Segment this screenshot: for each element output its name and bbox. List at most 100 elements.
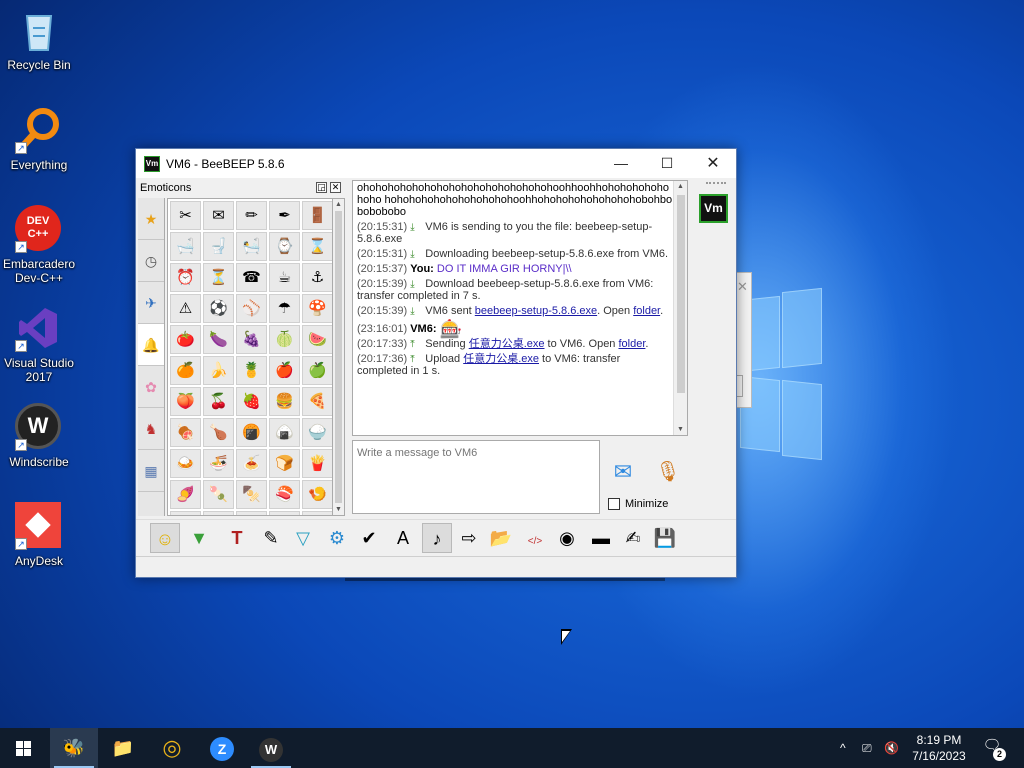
emoticon-cell[interactable]: ⚾ — [236, 294, 267, 323]
emoticon-cell[interactable]: 🚪 — [302, 201, 332, 230]
desktop-icon-visual-studio[interactable]: ↗ Visual Studio 2017 — [0, 304, 78, 384]
emoticon-cell[interactable]: 🍠 — [170, 480, 201, 509]
emoticon-cell[interactable]: 🍩 — [302, 511, 332, 515]
send-folder-button[interactable]: 📂 — [486, 523, 516, 553]
emoticon-cell[interactable]: 🛀 — [236, 232, 267, 261]
window-button[interactable]: ▬ — [586, 523, 616, 553]
text-button[interactable]: A — [388, 523, 418, 553]
drag-handle[interactable] — [706, 182, 726, 186]
emoticon-cell[interactable]: 🍓 — [236, 387, 267, 416]
message-input[interactable] — [357, 447, 597, 459]
desktop-icon-devcpp[interactable]: DEV C++ ↗ Embarcadero Dev-C++ — [0, 205, 78, 285]
scroll-thumb[interactable] — [335, 211, 342, 503]
emoticon-cell[interactable]: 🛁 — [170, 232, 201, 261]
emoticon-cell[interactable]: 🍗 — [203, 418, 234, 447]
emoticon-cell[interactable]: ⌚ — [269, 232, 300, 261]
emoticon-cell[interactable]: 🚽 — [203, 232, 234, 261]
taskbar-clock[interactable]: 8:19 PM 7/16/2023 — [906, 732, 972, 764]
color-button[interactable]: ✎ — [256, 523, 286, 553]
save-button[interactable]: 💾 — [650, 523, 680, 553]
notifications-button[interactable]: 🗨 2 — [980, 736, 1006, 761]
emoticon-cell[interactable]: 🍈 — [269, 325, 300, 354]
send-file-button[interactable]: ⇨ — [454, 523, 484, 553]
file-link[interactable]: 任意力公桌.exe — [469, 338, 545, 350]
tab-favorites[interactable]: ★ — [138, 198, 164, 240]
emoticon-cell[interactable]: 🍘 — [236, 418, 267, 447]
emoticon-cell[interactable]: 🍑 — [170, 387, 201, 416]
tab-objects[interactable]: 🔔 — [138, 324, 164, 366]
show-hidden-icons-chevron-icon[interactable]: ^ — [840, 728, 846, 768]
message-input-box[interactable] — [352, 440, 600, 514]
emoticon-cell[interactable]: 🍛 — [170, 449, 201, 478]
emoticon-cell[interactable]: 🍡 — [203, 480, 234, 509]
scroll-down-icon[interactable]: ▼ — [676, 426, 685, 433]
emoticon-cell[interactable]: ✂ — [170, 201, 201, 230]
emoticon-cell[interactable]: 🍔 — [269, 387, 300, 416]
float-panel-icon[interactable]: ◲ — [316, 182, 327, 193]
emoticon-cell[interactable]: 🍦 — [203, 511, 234, 515]
emoticon-cell[interactable]: ⚽ — [203, 294, 234, 323]
taskbar-app-file-explorer[interactable]: 📁 — [99, 728, 147, 768]
notes-button[interactable]: ✍ — [618, 523, 648, 553]
scroll-up-icon[interactable]: ▲ — [676, 183, 685, 190]
emoticon-cell[interactable]: ☂ — [269, 294, 300, 323]
start-button[interactable] — [0, 728, 48, 768]
emoticon-cell[interactable]: 🍍 — [236, 356, 267, 385]
file-link[interactable]: 任意力公桌.exe — [463, 353, 539, 365]
emoticon-cell[interactable]: 🍒 — [203, 387, 234, 416]
send-button[interactable]: ✉ — [606, 459, 640, 489]
emoticon-cell[interactable]: 🍄 — [302, 294, 332, 323]
title-bar[interactable]: Vm VM6 - BeeBEEP 5.8.6 — ☐ ✕ — [136, 149, 736, 178]
hide-bar-button[interactable]: ▼ — [184, 523, 214, 553]
emoticon-cell[interactable]: 🍖 — [170, 418, 201, 447]
emoticon-cell[interactable]: ⏰ — [170, 263, 201, 292]
file-link[interactable]: beebeep-setup-5.8.6.exe — [475, 305, 597, 317]
emoticon-cell[interactable]: 🍝 — [236, 449, 267, 478]
emoticon-cell[interactable]: 🍞 — [269, 449, 300, 478]
emoticon-cell[interactable]: 🍎 — [269, 356, 300, 385]
settings-button[interactable]: ⚙ — [322, 523, 352, 553]
voice-message-button[interactable]: 🎙 — [654, 459, 682, 491]
emoticon-cell[interactable]: ✉ — [203, 201, 234, 230]
emoticon-cell[interactable]: 🍨 — [269, 511, 300, 515]
close-icon[interactable]: ✕ — [737, 279, 748, 295]
code-button[interactable]: </> — [520, 523, 550, 553]
font-button[interactable]: T — [222, 523, 252, 553]
emoticon-cell[interactable]: 🍊 — [170, 356, 201, 385]
open-folder-link[interactable]: folder — [618, 338, 645, 350]
emoticon-cell[interactable]: 🍙 — [269, 418, 300, 447]
minimize-button[interactable]: — — [598, 149, 644, 178]
chat-scrollbar[interactable]: ▲ ▼ — [673, 181, 687, 435]
volume-muted-icon[interactable]: 🔇 — [884, 728, 899, 768]
chat-log[interactable]: ohohohohohohohohohohohohohohohohoohhoohh… — [352, 180, 688, 436]
emoticon-cell[interactable]: 🍕 — [302, 387, 332, 416]
desktop-icon-recycle-bin[interactable]: Recycle Bin — [0, 6, 78, 72]
emoticon-cell[interactable]: 🍢 — [236, 480, 267, 509]
minimize-checkbox[interactable] — [608, 498, 620, 510]
tab-nature[interactable]: ✿ — [138, 366, 164, 408]
emoticon-cell[interactable]: 🍆 — [203, 325, 234, 354]
open-folder-link[interactable]: folder — [633, 305, 660, 317]
emoticon-cell[interactable]: 🍧 — [236, 511, 267, 515]
filter-button[interactable]: ▽ — [288, 523, 318, 553]
emoticon-cell[interactable]: 🍚 — [302, 418, 332, 447]
tab-activities[interactable]: ♞ — [138, 408, 164, 450]
scroll-up-icon[interactable]: ▲ — [334, 201, 343, 208]
emoticon-cell[interactable]: 🍌 — [203, 356, 234, 385]
spellcheck-button[interactable]: ✔ — [354, 523, 384, 553]
screenshot-button[interactable]: ◉ — [552, 523, 582, 553]
emoticon-cell[interactable]: 🍤 — [302, 480, 332, 509]
minimize-checkbox-row[interactable]: Minimize — [608, 498, 668, 510]
network-icon[interactable]: ⎚ — [862, 728, 872, 768]
emoticon-cell[interactable]: ⚠ — [170, 294, 201, 323]
emoticon-cell[interactable]: ✒ — [269, 201, 300, 230]
emoticon-cell[interactable]: ☎ — [236, 263, 267, 292]
taskbar-app-windscribe[interactable]: W — [247, 728, 295, 768]
desktop-icon-anydesk[interactable]: ↗ AnyDesk — [0, 502, 78, 568]
emoticon-cell[interactable]: 🍥 — [170, 511, 201, 515]
emoticon-cell[interactable]: 🍜 — [203, 449, 234, 478]
emoticon-cell[interactable]: ⏳ — [203, 263, 234, 292]
emoticon-cell[interactable]: ⚓ — [302, 263, 332, 292]
emoticon-cell[interactable]: 🍟 — [302, 449, 332, 478]
emoticon-cell[interactable]: 🍉 — [302, 325, 332, 354]
